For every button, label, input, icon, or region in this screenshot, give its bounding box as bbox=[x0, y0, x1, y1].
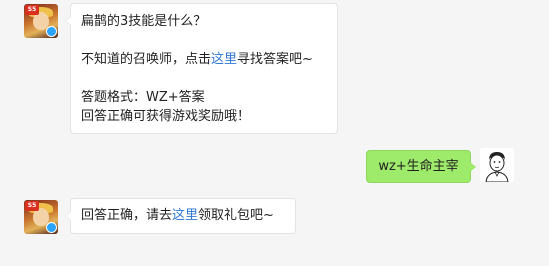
hint-link[interactable]: 这里 bbox=[211, 52, 237, 67]
question-text: 扁鹊的3技能是什么？ bbox=[81, 14, 207, 29]
hint-after: 寻找答案吧~ bbox=[237, 52, 313, 67]
bot-avatar[interactable]: S5 bbox=[24, 200, 58, 234]
hint-text: 不知道的召唤师，点击这里寻找答案吧~ bbox=[81, 50, 327, 69]
reward-text: 回答正确可获得游戏奖励哦！ bbox=[81, 109, 251, 124]
season-badge: S5 bbox=[25, 201, 39, 211]
season-badge: S5 bbox=[25, 5, 39, 15]
gift-link[interactable]: 这里 bbox=[172, 208, 198, 223]
user-avatar[interactable] bbox=[480, 148, 514, 182]
hint-before: 不知道的召唤师，点击 bbox=[81, 52, 212, 67]
cartoon-man-icon bbox=[480, 148, 514, 182]
game-logo-icon bbox=[46, 26, 57, 37]
confirm-before: 回答正确，请去 bbox=[81, 208, 173, 223]
confirm-text: 回答正确，请去这里领取礼包吧~ bbox=[81, 206, 285, 225]
format-text: 答题格式：WZ+答案 bbox=[81, 90, 205, 105]
confirm-after: 领取礼包吧~ bbox=[198, 208, 274, 223]
user-reply-text: wz+生命主宰 bbox=[378, 159, 459, 174]
bot-avatar[interactable]: S5 bbox=[24, 4, 58, 38]
game-logo-icon bbox=[46, 222, 57, 233]
bot-message-bubble: 回答正确，请去这里领取礼包吧~ bbox=[65, 198, 296, 234]
user-message-bubble: wz+生命主宰 bbox=[366, 150, 476, 183]
bot-message-bubble: 扁鹊的3技能是什么？ 不知道的召唤师，点击这里寻找答案吧~ 答题格式：WZ+答案… bbox=[65, 3, 338, 134]
